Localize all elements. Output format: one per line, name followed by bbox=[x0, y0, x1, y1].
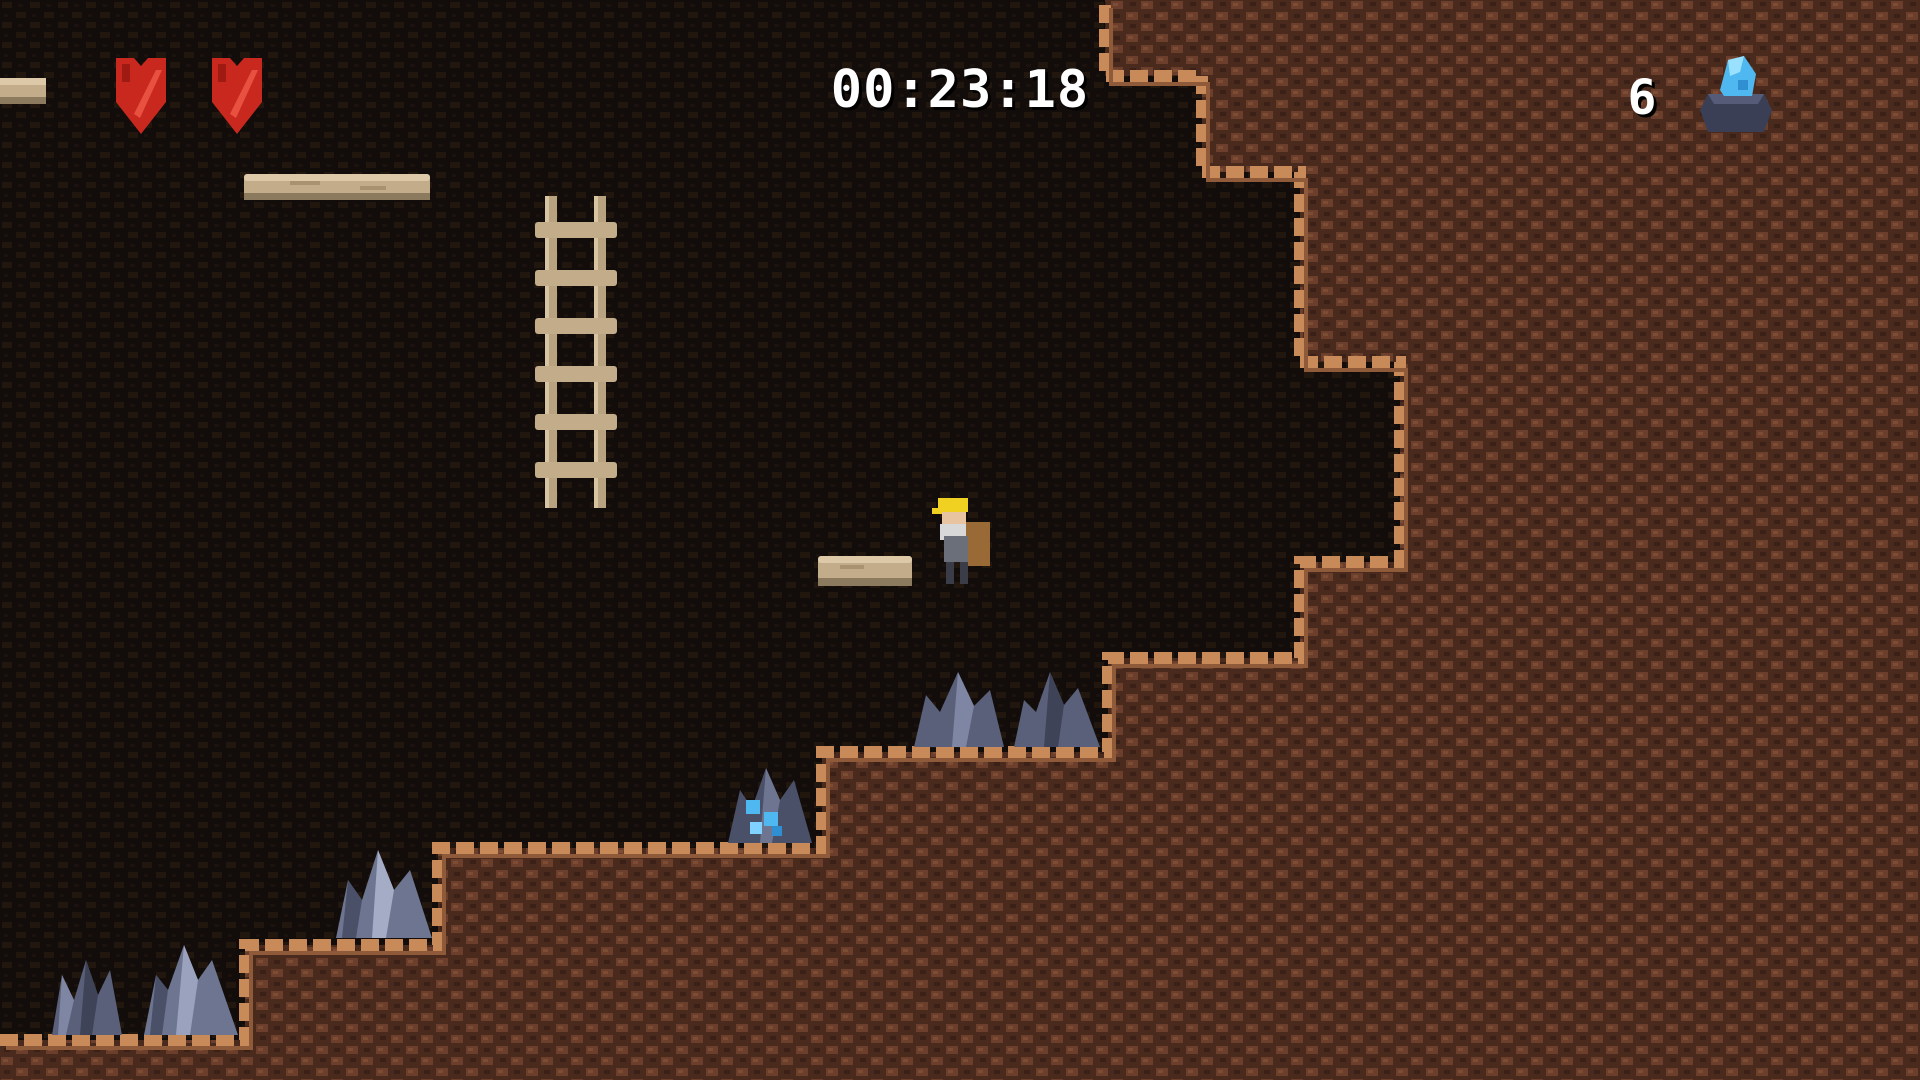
run-timer: 00:23:18 bbox=[830, 60, 1090, 120]
game-viewport: 00:23:18 6 bbox=[0, 0, 1920, 1080]
blue-gem-icon bbox=[1694, 50, 1778, 140]
heart-icon bbox=[112, 52, 170, 138]
wooden-plank-platform bbox=[0, 78, 46, 104]
gem-counter: 6 bbox=[1627, 70, 1657, 126]
heart-icon bbox=[208, 52, 266, 138]
wooden-plank-platform bbox=[818, 556, 912, 586]
wooden-plank-platform bbox=[244, 174, 430, 200]
level-scene bbox=[0, 0, 1920, 1080]
blue-gem-icon bbox=[746, 800, 760, 814]
